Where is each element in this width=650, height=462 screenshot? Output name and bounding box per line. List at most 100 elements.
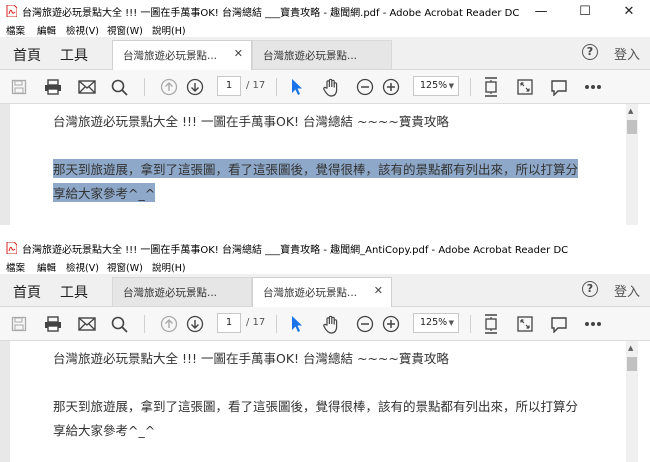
selected-text-line: 享給大家參考^_^ (53, 183, 156, 202)
selected-text-line: 那天到旅遊展，拿到了這張圖，看了這張圖後，覺得很棒，該有的景點都有列出來，所以打… (53, 159, 579, 178)
zoom-value: 125% (420, 317, 448, 328)
next-page-icon[interactable] (184, 76, 206, 98)
vertical-scrollbar[interactable]: ▲ (626, 341, 638, 462)
tab-label: 台灣旅遊必玩景點... (263, 287, 358, 299)
toolbar-separator (470, 315, 471, 333)
pdf-file-icon (6, 242, 17, 254)
document-tab-2[interactable]: 台灣旅遊必玩景點... ✕ (252, 277, 392, 307)
zoom-in-icon[interactable] (380, 313, 402, 335)
navigation-pane-edge (0, 104, 10, 225)
tab-bar: 首頁 工具 台灣旅遊必玩景點... ✕ 台灣旅遊必玩景點... ? 登入 (0, 37, 650, 70)
document-view[interactable]: 台灣旅遊必玩景點大全 !!! 一圖在手萬事OK! 台灣總結 ~~~~寶貴攻略 那… (0, 104, 650, 225)
login-link[interactable]: 登入 (614, 44, 640, 63)
nav-tools[interactable]: 工具 (60, 45, 88, 65)
close-button[interactable]: ✕ (607, 0, 650, 22)
nav-home[interactable]: 首頁 (13, 45, 41, 65)
tab-close-icon[interactable]: ✕ (374, 284, 383, 297)
document-tab-2[interactable]: 台灣旅遊必玩景點... (252, 40, 392, 69)
maximize-button[interactable]: ☐ (563, 0, 607, 22)
pdf-file-icon (6, 5, 17, 17)
menu-window[interactable]: 視窗(W) (107, 260, 143, 274)
menu-help[interactable]: 說明(H) (152, 260, 186, 274)
print-icon[interactable] (42, 313, 64, 335)
select-cursor-icon[interactable] (286, 76, 308, 98)
menu-file[interactable]: 檔案 (6, 260, 25, 274)
comment-icon[interactable] (548, 313, 570, 335)
help-icon[interactable]: ? (582, 281, 598, 297)
scroll-up-icon[interactable]: ▲ (628, 107, 633, 115)
more-tools-icon[interactable] (582, 76, 604, 98)
hand-tool-icon[interactable] (320, 76, 342, 98)
menu-file[interactable]: 檔案 (6, 23, 25, 37)
search-icon[interactable] (108, 313, 130, 335)
previous-page-icon[interactable] (158, 313, 180, 335)
zoom-level-select[interactable]: 125% ▼ (413, 313, 459, 333)
toolbar-separator (470, 78, 471, 96)
tab-label: 台灣旅遊必玩景點... (263, 50, 358, 62)
fit-page-icon[interactable] (480, 76, 502, 98)
document-text-line: 享給大家參考^_^ (53, 423, 156, 438)
select-cursor-icon[interactable] (286, 313, 308, 335)
maximize-icon: ☐ (579, 3, 591, 19)
save-icon[interactable] (8, 76, 30, 98)
menu-edit[interactable]: 編輯 (37, 23, 56, 37)
print-icon[interactable] (42, 76, 64, 98)
menu-view[interactable]: 檢視(V) (66, 23, 99, 37)
more-tools-icon[interactable] (582, 313, 604, 335)
page-total: / 17 (246, 80, 266, 91)
zoom-out-icon[interactable] (354, 76, 376, 98)
navigation-pane-edge (0, 341, 10, 462)
help-icon[interactable]: ? (582, 44, 598, 60)
next-page-icon[interactable] (184, 313, 206, 335)
chevron-down-icon: ▼ (448, 319, 454, 327)
menu-view[interactable]: 檢視(V) (66, 260, 99, 274)
full-screen-icon[interactable] (514, 313, 536, 335)
page-total: / 17 (246, 317, 266, 328)
document-tab-1[interactable]: 台灣旅遊必玩景點... (112, 277, 252, 306)
tab-label: 台灣旅遊必玩景點... (123, 50, 218, 62)
minimize-button[interactable]: — (519, 0, 563, 22)
zoom-out-icon[interactable] (354, 313, 376, 335)
document-heading: 台灣旅遊必玩景點大全 !!! 一圖在手萬事OK! 台灣總結 ~~~~寶貴攻略 (53, 351, 449, 366)
menu-bar: 檔案 編輯 檢視(V) 視窗(W) 說明(H) (0, 259, 650, 274)
email-icon[interactable] (76, 76, 98, 98)
scrollbar-thumb[interactable] (627, 120, 637, 134)
menu-edit[interactable]: 編輯 (37, 260, 56, 274)
tab-close-icon[interactable]: ✕ (234, 47, 243, 60)
login-link[interactable]: 登入 (614, 281, 640, 300)
nav-home[interactable]: 首頁 (13, 282, 41, 302)
page-number-input[interactable]: 1 (217, 76, 241, 96)
menu-window[interactable]: 視窗(W) (107, 23, 143, 37)
zoom-value: 125% (420, 80, 448, 91)
tab-bar: 首頁 工具 台灣旅遊必玩景點... 台灣旅遊必玩景點... ✕ ? 登入 (0, 274, 650, 307)
chevron-down-icon: ▼ (448, 82, 454, 90)
search-icon[interactable] (108, 76, 130, 98)
toolbar-separator (276, 315, 277, 333)
document-view[interactable]: 台灣旅遊必玩景點大全 !!! 一圖在手萬事OK! 台灣總結 ~~~~寶貴攻略 那… (0, 341, 650, 462)
tab-label: 台灣旅遊必玩景點... (123, 287, 218, 299)
previous-page-icon[interactable] (158, 76, 180, 98)
window-title: 台灣旅遊必玩景點大全 !!! 一圖在手萬事OK! 台灣總結 ___寶貴攻略 - … (22, 245, 569, 256)
vertical-scrollbar[interactable]: ▲ (626, 104, 638, 225)
email-icon[interactable] (76, 313, 98, 335)
page-number-input[interactable]: 1 (217, 313, 241, 333)
window-title: 台灣旅遊必玩景點大全 !!! 一圖在手萬事OK! 台灣總結 ___寶貴攻略 - … (22, 8, 520, 19)
nav-tools[interactable]: 工具 (60, 282, 88, 302)
toolbar: 1 / 17 125% ▼ (0, 307, 650, 341)
document-tab-1[interactable]: 台灣旅遊必玩景點... ✕ (112, 40, 252, 70)
full-screen-icon[interactable] (514, 76, 536, 98)
toolbar-separator (144, 78, 145, 96)
acrobat-window-original: 台灣旅遊必玩景點大全 !!! 一圖在手萬事OK! 台灣總結 ___寶貴攻略 - … (0, 0, 650, 225)
scroll-up-icon[interactable]: ▲ (628, 344, 633, 352)
zoom-in-icon[interactable] (380, 76, 402, 98)
zoom-level-select[interactable]: 125% ▼ (413, 76, 459, 96)
document-text-line: 那天到旅遊展，拿到了這張圖，看了這張圖後，覺得很棒，該有的景點都有列出來，所以打… (53, 399, 579, 414)
fit-page-icon[interactable] (480, 313, 502, 335)
save-icon[interactable] (8, 313, 30, 335)
document-heading: 台灣旅遊必玩景點大全 !!! 一圖在手萬事OK! 台灣總結 ~~~~寶貴攻略 (53, 114, 449, 129)
close-icon: ✕ (623, 3, 635, 19)
hand-tool-icon[interactable] (320, 313, 342, 335)
scrollbar-thumb[interactable] (627, 357, 637, 371)
menu-help[interactable]: 說明(H) (152, 23, 186, 37)
comment-icon[interactable] (548, 76, 570, 98)
